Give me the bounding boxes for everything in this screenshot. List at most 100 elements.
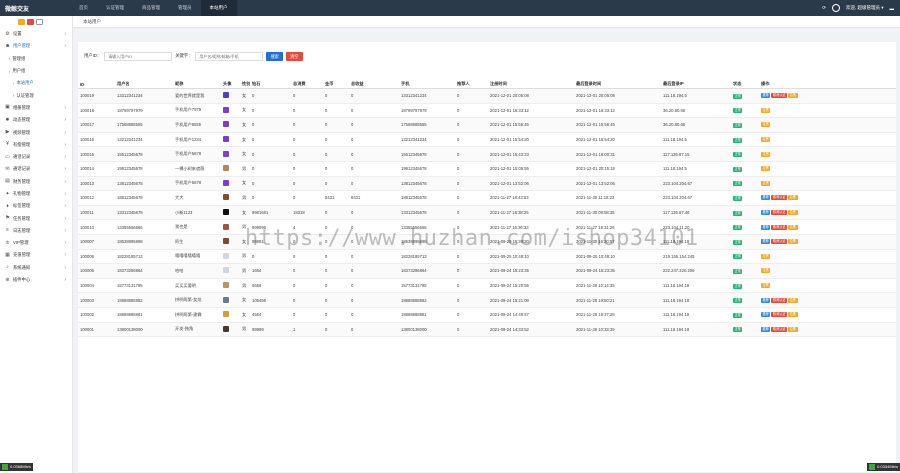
fullscreen-icon[interactable] [27,19,34,25]
block-button[interactable]: 拉黑 [788,195,798,201]
sidebar-item[interactable]: ♪ 系统通知 › [0,262,72,274]
sidebar-item[interactable]: ▤ 财务管理 › [0,176,72,188]
avatar[interactable] [223,194,229,201]
status-badge[interactable]: 正常 [733,152,743,158]
recommend-button[interactable]: 推荐 [761,239,771,245]
cancel-verify-button[interactable]: 取消认证 [771,195,788,201]
sidebar-item[interactable]: ⚑ 任务管理 › [0,212,72,224]
cancel-verify-button[interactable]: 取消认证 [771,93,788,99]
status-badge[interactable]: 正常 [733,298,743,304]
block-button[interactable]: 拉黑 [761,180,771,186]
status-badge[interactable]: 正常 [733,327,743,333]
top-tab[interactable]: 认证管理 [97,0,133,16]
recommend-button[interactable]: 推荐 [761,326,771,332]
sidebar-item[interactable]: ▶ 视频管理 › [0,126,72,138]
status-badge[interactable]: 正常 [733,181,743,187]
sidebar-item[interactable]: › 用户组 [0,65,72,77]
avatar[interactable] [223,223,229,230]
block-button[interactable]: 拉黑 [761,283,771,289]
recommend-button[interactable]: 推荐 [761,93,771,99]
status-badge[interactable]: 正常 [733,283,743,289]
cancel-verify-button[interactable]: 取消认证 [771,224,788,230]
star-icon[interactable] [18,19,25,25]
block-button[interactable]: 拉黑 [761,137,771,143]
avatar[interactable] [223,92,229,99]
top-tab[interactable]: 首页 [70,0,97,16]
status-badge[interactable]: 正常 [733,166,743,172]
menu-icon[interactable]: ▬ [890,6,895,11]
avatar[interactable] [223,267,229,274]
status-badge[interactable]: 正常 [733,254,743,260]
status-badge[interactable]: 正常 [733,122,743,128]
avatar[interactable] [223,296,229,303]
cancel-verify-button[interactable]: 取消认证 [771,210,788,216]
app-logo[interactable]: 微鲸交友 [0,0,70,16]
status-badge[interactable]: 正常 [733,93,743,99]
sidebar-item[interactable]: › 认证管理 [0,89,72,101]
status-badge[interactable]: 正常 [733,312,743,318]
cancel-verify-button[interactable]: 取消认证 [771,326,788,332]
block-button[interactable]: 拉黑 [761,151,771,157]
block-button[interactable]: 拉黑 [788,312,798,318]
avatar[interactable] [223,106,229,113]
avatar[interactable] [223,282,229,289]
block-button[interactable]: 拉黑 [761,107,771,113]
avatar[interactable] [223,150,229,157]
cancel-verify-button[interactable]: 取消认证 [771,297,788,303]
sidebar-item[interactable]: ✉ 通话记录 › [0,163,72,175]
block-button[interactable]: 拉黑 [788,224,798,230]
sidebar-item[interactable]: ▭ 通话记录 › [0,151,72,163]
block-button[interactable]: 拉黑 [761,253,771,259]
avatar[interactable] [223,238,229,245]
user-menu[interactable]: 欢迎, 超级管理员 ▾ [846,5,884,11]
sidebar-item[interactable]: ▣ 相册管理 › [0,102,72,114]
status-badge[interactable]: 正常 [733,268,743,274]
user-id-input[interactable] [104,51,173,61]
keyword-input[interactable] [195,51,264,61]
sidebar-item[interactable]: ⚙ 设置 › [0,28,72,40]
cancel-verify-button[interactable]: 取消认证 [771,239,788,245]
cancel-verify-button[interactable]: 取消认证 [771,312,788,318]
avatar[interactable] [223,311,229,318]
sidebar-item[interactable]: ⬧ 标签管理 › [0,200,72,212]
sidebar-item[interactable]: › 本站用户 [0,77,72,89]
avatar[interactable] [831,4,840,12]
block-button[interactable]: 拉黑 [788,210,798,216]
status-badge[interactable]: 正常 [733,195,743,201]
block-button[interactable]: 拉黑 [788,326,798,332]
sidebar-item[interactable]: › 管理组 [0,53,72,65]
block-button[interactable]: 拉黑 [788,297,798,303]
avatar[interactable] [223,136,229,143]
top-tab[interactable]: 商品管理 [133,0,169,16]
sidebar-item[interactable]: ⊕ 插件中心 › [0,274,72,286]
block-button[interactable]: 拉黑 [761,122,771,128]
top-tab[interactable]: 本站用户 [200,0,237,16]
recommend-button[interactable]: 推荐 [761,210,771,216]
sidebar-item[interactable]: ☻ 用户管理 › [0,40,72,52]
sidebar-item[interactable]: ✦ 礼物管理 › [0,188,72,200]
recommend-button[interactable]: 推荐 [761,224,771,230]
block-button[interactable]: 拉黑 [788,239,798,245]
status-badge[interactable]: 正常 [733,239,743,245]
block-button[interactable]: 拉黑 [761,166,771,172]
status-badge[interactable]: 正常 [733,210,743,216]
sidebar-item[interactable]: ✹ 动态管理 › [0,114,72,126]
status-badge[interactable]: 正常 [733,225,743,231]
status-badge[interactable]: 正常 [733,108,743,114]
avatar[interactable] [223,325,229,332]
avatar[interactable] [223,252,229,259]
refresh-icon[interactable]: ⟳ [822,5,826,11]
recommend-button[interactable]: 推荐 [761,312,771,318]
search-button[interactable]: 搜索 [266,51,283,61]
sidebar-item[interactable]: ▦ 充值管理 › [0,249,72,261]
recommend-button[interactable]: 推荐 [761,297,771,303]
clear-button[interactable]: 清空 [285,51,303,61]
avatar[interactable] [223,209,229,216]
sidebar-item[interactable]: ¥ 有偿管理 › [0,139,72,151]
recommend-button[interactable]: 推荐 [761,195,771,201]
status-badge[interactable]: 正常 [733,137,743,143]
avatar[interactable] [223,179,229,186]
avatar[interactable] [223,165,229,172]
list-icon[interactable] [36,19,43,25]
sidebar-item[interactable]: ♔ VIP管理 › [0,237,72,249]
